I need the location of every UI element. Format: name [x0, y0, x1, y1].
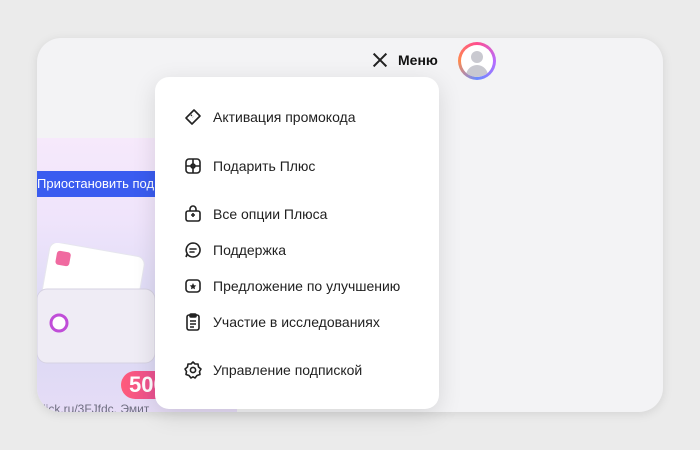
menu-item-label: Предложение по улучшению — [213, 278, 401, 294]
gift-icon — [183, 156, 203, 176]
menu-item-suggestion[interactable]: Предложение по улучшению — [183, 274, 400, 298]
menu-item-label: Управление подпиской — [213, 362, 363, 378]
menu-item-gift-plus[interactable]: Подарить Плюс — [183, 154, 315, 178]
ticket-icon — [183, 107, 203, 127]
menu-item-label: Активация промокода — [213, 109, 356, 125]
menu-title: Меню — [398, 52, 438, 68]
gear-icon — [183, 360, 203, 380]
bag-icon — [183, 204, 203, 224]
menu-item-promocode[interactable]: Активация промокода — [183, 105, 356, 129]
close-icon — [372, 52, 388, 68]
menu-dropdown: Активация промокода Подарить Плюс Все оп… — [155, 77, 439, 409]
chat-icon — [183, 240, 203, 260]
menu-item-label: Поддержка — [213, 242, 287, 258]
star-message-icon — [183, 276, 203, 296]
menu-item-support[interactable]: Поддержка — [183, 238, 286, 262]
menu-item-manage-subscription[interactable]: Управление подпиской — [183, 358, 362, 382]
clipboard-icon — [183, 312, 203, 332]
menu-item-label: Участие в исследованиях — [213, 314, 380, 330]
menu-item-research[interactable]: Участие в исследованиях — [183, 310, 380, 334]
menu-close-button[interactable]: Меню — [372, 48, 442, 72]
avatar[interactable] — [458, 42, 496, 80]
menu-item-label: Подарить Плюс — [213, 158, 316, 174]
wallet-illustration — [37, 241, 156, 364]
menu-item-plus-options[interactable]: Все опции Плюса — [183, 202, 327, 226]
menu-item-label: Все опции Плюса — [213, 206, 328, 222]
